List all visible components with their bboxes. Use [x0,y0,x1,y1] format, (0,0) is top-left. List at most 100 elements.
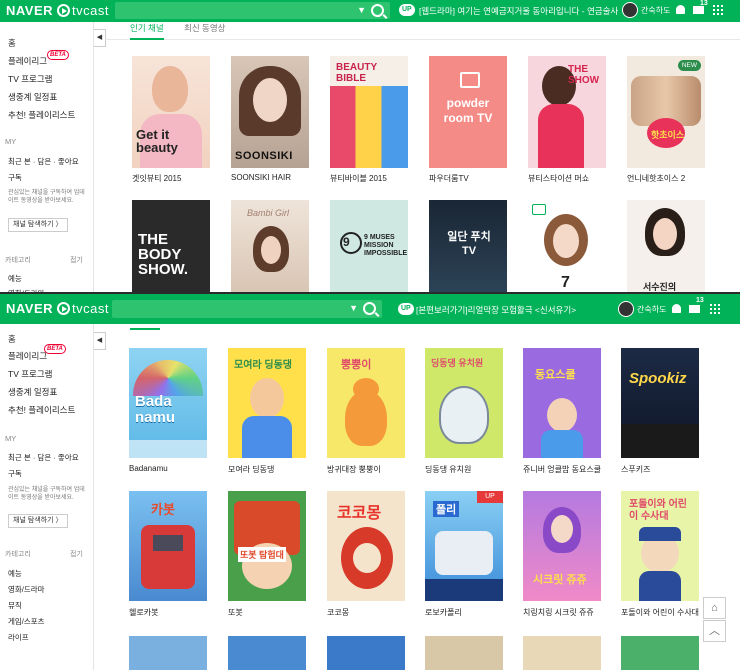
user-menu[interactable]: 간숙하도 [618,301,666,317]
channel-thumbnail[interactable]: Spookiz [621,348,699,458]
category-fold-toggle[interactable]: 접기 [70,255,83,265]
chevron-up-icon[interactable]: ︿ [703,620,726,642]
channel-thumbnail[interactable]: Get it beauty [132,56,210,168]
sidebar-item-subscribe[interactable]: 구독 [8,468,22,479]
bell-icon[interactable] [676,5,685,14]
search-icon[interactable] [371,4,384,17]
sidebar-item-live-schedule[interactable]: 생중계 일정표 [8,386,57,398]
sidebar-item-home[interactable]: 홈 [8,333,16,345]
sidebar-item-tv-program[interactable]: TV 프로그램 [8,368,53,380]
channel-title[interactable]: 언니네핫초이스 2 [627,173,685,184]
channel-thumbnail[interactable]: 포돌이와 어린이 수사대 [621,491,699,601]
channel-title[interactable]: 포돌이와 어린이 수사대 [621,607,699,618]
channel-title[interactable]: 치링치링 시크릿 쥬쥬 [523,607,594,618]
notice-link[interactable]: [웹드라마] 여기는 연예금지거울 동아리입니다 - 연금술사 [419,5,618,17]
explore-channels-button[interactable]: 채널 탐색하기 〉 [8,218,68,232]
search-icon[interactable] [363,302,376,315]
channel-thumbnail[interactable] [129,636,207,670]
thumbnail-art-text: 또봇 탐험대 [238,547,286,562]
search-input[interactable]: ▼ [112,300,382,318]
naver-tvcast-logo[interactable]: NAVER tvcast [6,3,109,18]
sidebar-item-playleague[interactable]: 플레이리그 [8,55,47,67]
channel-thumbnail[interactable]: 뿡뿡이 [327,348,405,458]
naver-tvcast-logo[interactable]: NAVER tvcast [6,301,109,316]
sidebar-item-recommended-playlist[interactable]: 추천! 플레이리스트 [8,109,75,121]
sidebar-item-playleague[interactable]: 플레이리그 [8,350,47,362]
channel-title[interactable]: 로보카폴리 [425,607,462,618]
channel-thumbnail[interactable]: 동요스쿨 [523,348,601,458]
channel-thumbnail[interactable]: 7 [528,200,606,296]
bell-icon[interactable] [672,304,681,313]
channel-title[interactable]: 딩동댕 유치원 [425,464,471,475]
channel-title[interactable]: 코코몽 [327,607,349,618]
channel-title[interactable]: 또봇 [228,607,243,618]
channel-thumbnail[interactable]: 서수진의 [627,200,705,296]
category-item[interactable]: 라이프 [8,632,29,643]
sidebar-item-home[interactable]: 홈 [8,37,16,49]
channel-thumbnail[interactable] [228,636,306,670]
channel-thumbnail[interactable]: 딩동댕 유치원 [425,348,503,458]
channel-title[interactable]: 뷰티바이블 2015 [330,173,387,184]
channel-title[interactable]: 뷰티스타이션 머쇼 [528,173,589,184]
channel-thumbnail[interactable]: 시크릿 쥬쥬 [523,491,601,601]
category-item[interactable]: 예능 [8,273,22,284]
channel-title[interactable]: 쥬니버 엉클밥 동요스쿨 [523,464,601,475]
category-item[interactable]: 영화/드라마 [8,584,45,595]
channel-thumbnail[interactable] [327,636,405,670]
sidebar-item-live-schedule[interactable]: 생중계 일정표 [8,91,57,103]
channel-thumbnail[interactable]: THE BODY SHOW. [132,200,210,296]
channel-title[interactable]: 겟잇뷰티 2015 [132,173,181,184]
channel-thumbnail[interactable]: 폴리 UP [425,491,503,601]
channel-title[interactable]: 파우더룸TV [429,173,469,184]
sidebar-item-tv-program[interactable]: TV 프로그램 [8,73,53,85]
tab-latest-videos[interactable]: 최신 동영상 [184,23,225,33]
channel-thumbnail[interactable]: 코코몽 [327,491,405,601]
channel-title[interactable]: SOONSIKI HAIR [231,173,291,182]
channel-thumbnail[interactable] [425,636,503,670]
channel-title[interactable]: 모여라 딩동댕 [228,464,274,475]
mail-icon[interactable] [693,6,704,14]
category-item[interactable]: 게임/스포츠 [8,616,45,627]
search-dropdown-icon[interactable]: ▼ [357,5,366,15]
sidebar-item-recommended-playlist[interactable]: 추천! 플레이리스트 [8,404,75,416]
channel-thumbnail[interactable]: 모여라 딩동댕 [228,348,306,458]
channel-thumbnail[interactable]: 또봇 탐험대 [228,491,306,601]
user-menu[interactable]: 간숙하도 [622,2,670,18]
channel-thumbnail[interactable]: 9 9 MUSES MISSION IMPOSSIBLE [330,200,408,296]
category-item[interactable]: 예능 [8,568,22,579]
chevron-left-icon[interactable]: ◀ [94,332,106,350]
category-item[interactable]: 뮤직 [8,600,22,611]
channel-thumbnail[interactable]: Bada namu [129,348,207,458]
home-icon[interactable]: ⌂ [703,597,726,619]
grid-icon[interactable] [713,5,723,15]
my-links[interactable]: 최근 본 · 담은 · 좋아요 [8,452,79,463]
screenshot-bottom: NAVER tvcast ▼ UP [본편보러가기]리얼막장 모험활극 <신서유… [0,292,740,670]
mail-icon[interactable] [689,305,700,313]
channel-title[interactable]: Badanamu [129,464,168,473]
channel-thumbnail[interactable] [523,636,601,670]
my-links[interactable]: 최근 본 · 담은 · 좋아요 [8,156,79,167]
channel-thumbnail[interactable]: 카봇 [129,491,207,601]
channel-thumbnail[interactable]: THE SHOW [528,56,606,168]
channel-title[interactable]: 헬로카봇 [129,607,158,618]
mail-count-badge: 13 [700,0,708,7]
channel-thumbnail[interactable]: Bambi Girl [231,200,309,296]
tab-popular-channels[interactable]: 인기 채널 [130,23,164,33]
sidebar-item-subscribe[interactable]: 구독 [8,172,22,183]
channel-title[interactable]: 스푸키즈 [621,464,650,475]
channel-thumbnail[interactable]: 핫초이스 NEW [627,56,705,168]
channel-thumbnail[interactable]: BEAUTY BIBLE [330,56,408,168]
explore-channels-button[interactable]: 채널 탐색하기 〉 [8,514,68,528]
channel-thumbnail[interactable]: SOONSIKI [231,56,309,168]
chevron-left-icon[interactable]: ◀ [94,29,106,47]
channel-title[interactable]: 방귀대장 뿡뿡이 [327,464,381,475]
thumbnail-art-text: 7 [561,274,570,291]
grid-icon[interactable] [710,304,720,314]
channel-thumbnail[interactable]: 일단 푸치 TV [429,200,507,296]
search-dropdown-icon[interactable]: ▼ [349,303,358,313]
category-fold-toggle[interactable]: 접기 [70,549,83,559]
channel-thumbnail[interactable] [621,636,699,670]
notice-link[interactable]: [본편보러가기]리얼막장 모험활극 <신서유기> [416,304,576,316]
channel-thumbnail[interactable]: powder room TV [429,56,507,168]
search-input[interactable]: ▼ [115,2,390,19]
